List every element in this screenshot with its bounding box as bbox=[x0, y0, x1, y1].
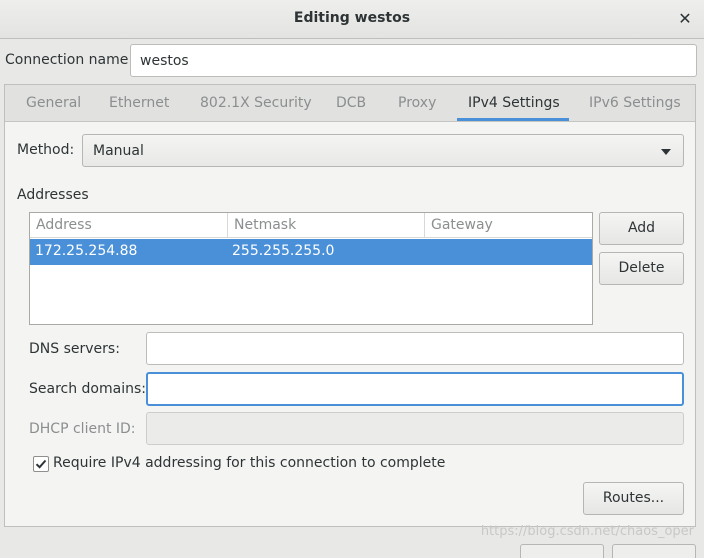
connection-name-input[interactable] bbox=[130, 44, 697, 77]
dhcp-client-id-label: DHCP client ID: bbox=[29, 421, 136, 437]
require-ipv4-checkbox[interactable] bbox=[33, 456, 49, 472]
require-ipv4-label[interactable]: Require IPv4 addressing for this connect… bbox=[53, 455, 445, 471]
search-domains-input[interactable] bbox=[146, 372, 684, 406]
tab-ipv6-settings[interactable]: IPv6 Settings bbox=[589, 95, 681, 111]
search-domains-label: Search domains: bbox=[29, 381, 146, 397]
column-header-address[interactable]: Address bbox=[30, 213, 227, 238]
table-header: Address Netmask Gateway bbox=[30, 213, 592, 238]
addresses-table: Address Netmask Gateway 172.25.254.88 25… bbox=[29, 212, 593, 325]
window-titlebar: Editing westos ✕ bbox=[0, 0, 704, 39]
cell-netmask[interactable]: 255.255.255.0 bbox=[232, 243, 334, 259]
add-address-button[interactable]: Add bbox=[599, 212, 684, 245]
tab-proxy[interactable]: Proxy bbox=[398, 95, 436, 111]
method-dropdown[interactable]: Manual bbox=[82, 134, 684, 167]
table-row[interactable]: 172.25.254.88 255.255.255.0 bbox=[30, 239, 592, 265]
window-title: Editing westos bbox=[293, 10, 411, 26]
close-icon[interactable]: ✕ bbox=[674, 8, 696, 30]
dns-servers-label: DNS servers: bbox=[29, 341, 120, 357]
checkmark-icon bbox=[35, 459, 47, 469]
active-tab-indicator bbox=[457, 118, 569, 121]
cancel-button-partial[interactable] bbox=[520, 544, 604, 558]
column-header-netmask[interactable]: Netmask bbox=[227, 213, 424, 238]
tab-general[interactable]: General bbox=[26, 95, 81, 111]
dns-servers-input[interactable] bbox=[146, 332, 684, 365]
method-value: Manual bbox=[93, 143, 144, 159]
delete-address-button[interactable]: Delete bbox=[599, 252, 684, 285]
save-button-partial[interactable] bbox=[612, 544, 696, 558]
cell-address[interactable]: 172.25.254.88 bbox=[35, 243, 137, 259]
watermark-text: https://blog.csdn.net/chaos_oper bbox=[480, 524, 694, 539]
connection-name-label: Connection name: bbox=[5, 52, 134, 68]
routes-button[interactable]: Routes... bbox=[583, 482, 684, 515]
method-label: Method: bbox=[17, 142, 75, 158]
tab-8021x-security[interactable]: 802.1X Security bbox=[200, 95, 312, 111]
dropdown-arrow-icon bbox=[661, 149, 671, 155]
addresses-title: Addresses bbox=[17, 187, 89, 203]
tab-dcb[interactable]: DCB bbox=[336, 95, 366, 111]
tab-bar: General Ethernet 802.1X Security DCB Pro… bbox=[5, 85, 695, 122]
tab-ipv4-settings[interactable]: IPv4 Settings bbox=[468, 95, 560, 111]
dhcp-client-id-input bbox=[146, 412, 684, 445]
tab-ethernet[interactable]: Ethernet bbox=[109, 95, 169, 111]
column-header-gateway[interactable]: Gateway bbox=[424, 213, 592, 238]
